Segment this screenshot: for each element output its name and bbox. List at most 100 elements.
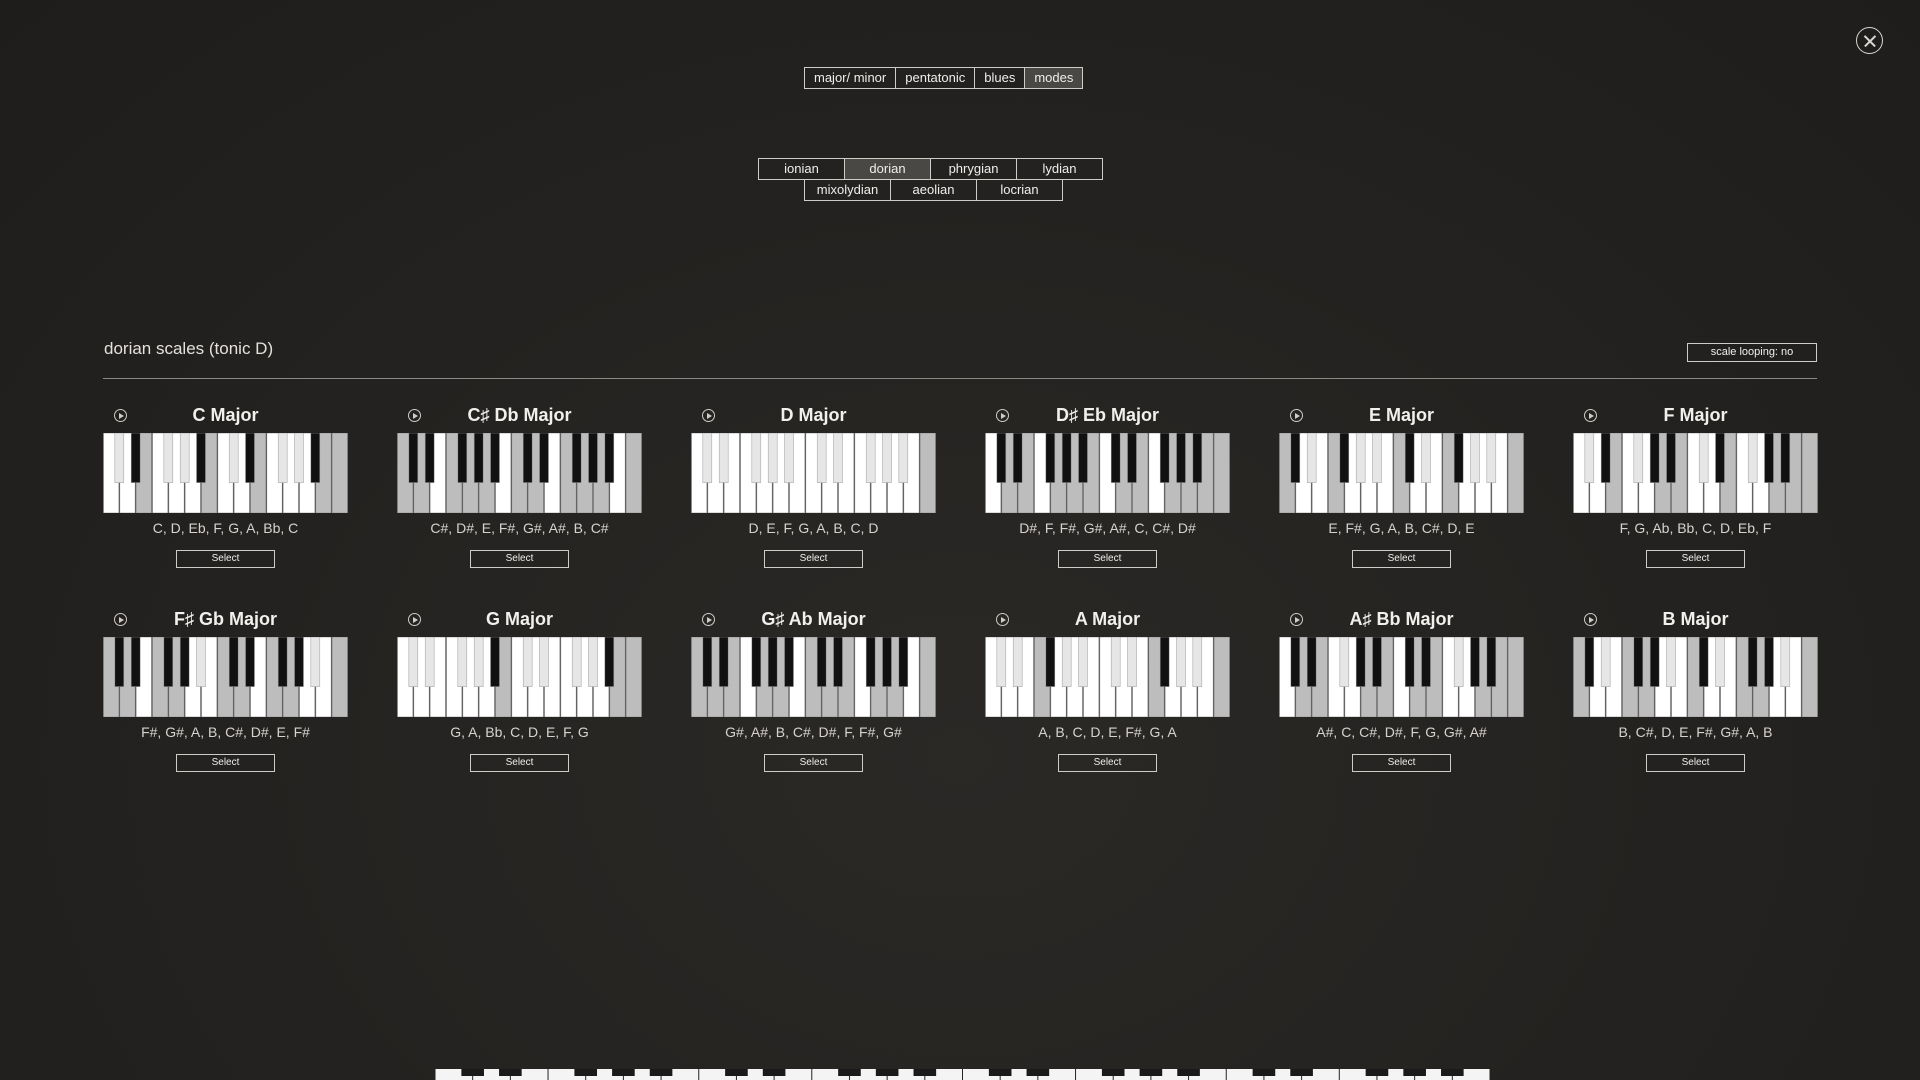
piano-keyboard[interactable]: [103, 433, 348, 513]
black-key: [1365, 1069, 1389, 1076]
mode-tab-phrygian[interactable]: phrygian: [931, 159, 1017, 179]
tab-pentatonic[interactable]: pentatonic: [896, 68, 976, 88]
black-key: [1453, 433, 1464, 483]
white-key: [1507, 637, 1524, 717]
black-key: [310, 433, 321, 483]
black-key: [604, 637, 615, 687]
black-key: [1061, 637, 1072, 687]
mode-tabs-row-1: ionian dorian phrygian lydian: [758, 158, 1103, 180]
mode-tab-aeolian[interactable]: aeolian: [891, 180, 977, 200]
black-key: [114, 433, 125, 483]
select-button[interactable]: Select: [1058, 754, 1157, 772]
select-button[interactable]: Select: [764, 754, 863, 772]
mode-tab-dorian[interactable]: dorian: [845, 159, 931, 179]
black-key: [1192, 637, 1203, 687]
black-key: [179, 637, 190, 687]
piano-keyboard[interactable]: [1573, 637, 1818, 717]
black-key: [1584, 433, 1595, 483]
scale-card: E Major E, F#, G, A, B, C#, D, E Select: [1279, 402, 1524, 592]
tab-modes[interactable]: modes: [1025, 68, 1083, 88]
black-key: [196, 637, 206, 687]
black-key: [702, 637, 713, 687]
piano-keyboard[interactable]: [1279, 433, 1524, 513]
mode-tab-mixolydian[interactable]: mixolydian: [805, 180, 891, 200]
piano-keyboard[interactable]: [397, 433, 642, 513]
bottom-piano-keyboard[interactable]: [435, 1069, 1490, 1080]
white-key: [919, 637, 936, 717]
piano-keyboard[interactable]: [103, 637, 348, 717]
black-key: [1078, 637, 1088, 687]
black-key: [130, 637, 141, 687]
select-button[interactable]: Select: [176, 754, 275, 772]
black-key: [725, 1069, 748, 1076]
black-key: [163, 637, 174, 687]
black-key: [816, 433, 827, 483]
black-key: [1780, 433, 1791, 483]
select-button[interactable]: Select: [176, 550, 275, 568]
white-key: [1801, 433, 1818, 513]
black-key: [996, 433, 1007, 483]
black-key: [114, 637, 125, 687]
tab-blues[interactable]: blues: [975, 68, 1026, 88]
piano-keyboard[interactable]: [985, 637, 1230, 717]
mode-tab-locrian[interactable]: locrian: [977, 180, 1062, 200]
black-key: [574, 1069, 598, 1076]
black-key: [571, 433, 582, 483]
scale-looping-toggle[interactable]: scale looping: no: [1687, 343, 1817, 362]
black-key: [1715, 433, 1725, 483]
scale-notes: E, F#, G, A, B, C#, D, E: [1328, 520, 1475, 536]
scale-notes: A, B, C, D, E, F#, G, A: [1038, 724, 1177, 740]
select-button[interactable]: Select: [764, 550, 863, 568]
black-key: [1355, 637, 1366, 687]
scale-card: A♯ Bb Major A#, C, C#, D#, F, G, G#, A# Se…: [1279, 606, 1524, 796]
select-button[interactable]: Select: [470, 754, 569, 772]
mode-tab-lydian[interactable]: lydian: [1017, 159, 1102, 179]
black-key: [1355, 433, 1366, 483]
black-key: [833, 637, 843, 687]
white-key: [625, 433, 642, 513]
black-key: [1127, 637, 1137, 687]
black-key: [833, 433, 843, 483]
black-key: [277, 433, 288, 483]
black-key: [1159, 637, 1170, 687]
piano-keyboard[interactable]: [691, 637, 936, 717]
black-key: [718, 637, 729, 687]
scale-title: A♯ Bb Major: [1349, 609, 1454, 629]
black-key: [1290, 1069, 1313, 1076]
black-key: [1600, 433, 1611, 483]
black-key: [310, 637, 321, 687]
select-button[interactable]: Select: [1646, 754, 1745, 772]
black-key: [604, 433, 615, 483]
select-button[interactable]: Select: [1058, 550, 1157, 568]
scale-notes: G, A, Bb, C, D, E, F, G: [450, 724, 589, 740]
piano-keyboard[interactable]: [397, 637, 642, 717]
scale-title: G Major: [485, 609, 553, 629]
black-key: [1078, 433, 1088, 483]
scale-notes: C, D, Eb, F, G, A, Bb, C: [152, 520, 299, 536]
scale-card: B Major B, C#, D, E, F#, G#, A, B Select: [1573, 606, 1818, 796]
black-key: [522, 637, 533, 687]
scale-notes: D#, F, F#, G#, A#, C, C#, D#: [1019, 520, 1196, 536]
select-button[interactable]: Select: [470, 550, 569, 568]
black-key: [1666, 433, 1676, 483]
scale-notes: F, G, Ab, Bb, C, D, Eb, F: [1619, 520, 1772, 536]
black-key: [228, 637, 239, 687]
black-key: [1339, 637, 1350, 687]
mode-tab-ionian[interactable]: ionian: [759, 159, 845, 179]
select-button[interactable]: Select: [1646, 550, 1745, 568]
select-button[interactable]: Select: [1352, 550, 1451, 568]
black-key: [1649, 433, 1660, 483]
tab-major-minor[interactable]: major/ minor: [805, 68, 897, 88]
piano-keyboard[interactable]: [1279, 637, 1524, 717]
black-key: [882, 433, 892, 483]
black-key: [898, 433, 909, 483]
piano-keyboard[interactable]: [985, 433, 1230, 513]
black-key: [996, 637, 1007, 687]
piano-keyboard[interactable]: [691, 433, 936, 513]
close-icon[interactable]: [1856, 27, 1883, 54]
black-key: [424, 433, 435, 483]
select-button[interactable]: Select: [1352, 754, 1451, 772]
black-key: [1633, 433, 1644, 483]
black-key: [1306, 637, 1317, 687]
piano-keyboard[interactable]: [1573, 433, 1818, 513]
